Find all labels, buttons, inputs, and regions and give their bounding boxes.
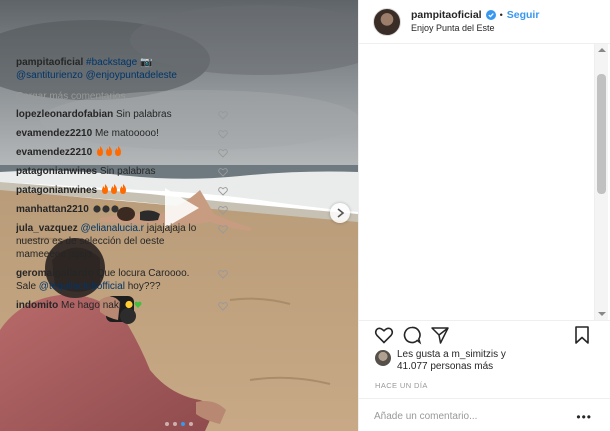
like-comment-heart-icon[interactable]: [218, 129, 228, 139]
comment-mention[interactable]: @elianalucia.r: [80, 223, 144, 234]
comment-item: indomito Me hago naki: [16, 299, 228, 312]
author-avatar[interactable]: [373, 7, 401, 36]
comment-username[interactable]: jula_vazquez: [16, 223, 78, 234]
save-bookmark-icon[interactable]: [572, 325, 592, 345]
like-comment-heart-icon[interactable]: [218, 167, 228, 177]
follow-button[interactable]: Seguir: [507, 9, 540, 22]
scroll-down-arrow-icon[interactable]: [598, 312, 606, 316]
comment-item: evamendez2210: [16, 146, 228, 159]
scrollbar-thumb[interactable]: [597, 74, 606, 194]
fire-emoji-icon: [114, 146, 121, 156]
fire-emoji-icon: [96, 146, 103, 156]
like-comment-heart-icon[interactable]: [218, 269, 228, 279]
like-comment-heart-icon[interactable]: [218, 301, 228, 311]
comment-username[interactable]: evamendez2210: [16, 128, 92, 139]
like-comment-heart-icon[interactable]: [218, 224, 228, 234]
likes-summary: Les gusta a m_simitzis y 41.077 personas…: [375, 349, 595, 373]
bomb-emoji-icon: [92, 203, 101, 213]
comment-item: patagonianwines Sin palabras: [16, 165, 228, 178]
post-actions-bar: [358, 320, 610, 346]
comment-item: jula_vazquez @elianalucia.r jajajajaja l…: [16, 222, 228, 261]
carousel-dot: [165, 422, 169, 426]
camera-emoji: 📷: [139, 57, 153, 68]
carousel-next-button[interactable]: [330, 203, 350, 223]
comment-text: Sin palabras: [116, 109, 172, 120]
like-comment-heart-icon[interactable]: [218, 186, 228, 196]
add-comment-input[interactable]: [374, 411, 564, 422]
heart-emoji-icon: [134, 301, 142, 308]
comment-username[interactable]: indomito: [16, 300, 58, 311]
more-options-button[interactable]: •••: [576, 410, 592, 424]
bomb-emoji-group: [92, 203, 119, 215]
comment-username[interactable]: lopezleonardofabian: [16, 109, 113, 120]
comment-bubble-icon[interactable]: [402, 325, 422, 345]
share-send-icon[interactable]: [430, 325, 450, 345]
caption-mention[interactable]: @enjoypuntadeleste: [86, 70, 177, 81]
fire-emoji-group: [95, 146, 122, 158]
comment-username[interactable]: geromaigallardo: [16, 268, 94, 279]
load-more-comments-button[interactable]: Cargar más comentarios: [16, 91, 228, 102]
fire-emoji-icon: [101, 184, 108, 194]
post-timestamp[interactable]: HACE UN DÍA: [375, 381, 428, 390]
fire-emoji-icon: [105, 146, 112, 156]
carousel-dot: [173, 422, 177, 426]
comments-scrollbar[interactable]: [594, 44, 608, 320]
header-separator: •: [499, 9, 503, 20]
like-button-heart-icon[interactable]: [374, 325, 394, 345]
comment-username[interactable]: manhattan2210: [16, 204, 89, 215]
like-comment-heart-icon[interactable]: [218, 110, 228, 120]
post-location[interactable]: Enjoy Punta del Este: [411, 22, 539, 35]
liker-avatar[interactable]: [375, 350, 391, 366]
likes-line-1[interactable]: Les gusta a m_simitzis y: [397, 349, 506, 361]
comment-text: Sin palabras: [99, 166, 156, 177]
fire-emoji-group: [100, 184, 127, 196]
comment-item: evamendez2210 Me matooooo!: [16, 127, 228, 140]
carousel-dot-active: [181, 422, 185, 426]
caption-username[interactable]: pampitaoficial: [16, 57, 83, 68]
comment-item: geromaigallardo Que locura Caroooo. Sale…: [16, 267, 228, 293]
face-emoji-icon: [125, 300, 133, 309]
likes-line-2[interactable]: 41.077 personas más: [397, 361, 506, 373]
like-comment-heart-icon[interactable]: [218, 148, 228, 158]
emoji-group: [124, 300, 142, 311]
comments-list[interactable]: pampitaoficial #backstage 📷 @santiturien…: [16, 56, 228, 318]
post-header: pampitaoficial • Seguir Enjoy Punta del …: [359, 0, 610, 44]
comment-item: patagonianwines: [16, 184, 228, 197]
comment-text: hoy???: [127, 281, 161, 292]
add-comment-bar: •••: [358, 398, 610, 431]
post-caption: pampitaoficial #backstage 📷 @santiturien…: [16, 56, 228, 82]
comment-item: manhattan2210: [16, 203, 228, 216]
chevron-right-icon: [337, 208, 345, 218]
like-comment-heart-icon[interactable]: [218, 205, 228, 215]
bomb-emoji-icon: [101, 203, 110, 213]
scroll-up-arrow-icon[interactable]: [598, 48, 606, 52]
comment-text: Me matooooo!: [94, 128, 159, 139]
verified-badge-icon: [485, 10, 496, 20]
author-username[interactable]: pampitaoficial: [411, 9, 482, 22]
bomb-emoji-icon: [110, 203, 119, 213]
carousel-indicator: [0, 422, 358, 426]
comment-username[interactable]: patagonianwines: [16, 185, 97, 196]
comment-username[interactable]: evamendez2210: [16, 147, 92, 158]
caption-mention[interactable]: @santiturienzo: [16, 70, 83, 81]
comment-username[interactable]: patagonianwines: [16, 166, 97, 177]
fire-emoji-icon: [110, 184, 117, 194]
fire-emoji-icon: [119, 184, 126, 194]
comment-item: lopezleonardofabian Sin palabras: [16, 108, 228, 121]
comment-text: Me hago naki: [61, 300, 122, 311]
carousel-dot: [189, 422, 193, 426]
caption-hashtag[interactable]: #backstage: [86, 57, 137, 68]
comment-mention[interactable]: @tequilaclubofficial: [39, 281, 125, 292]
